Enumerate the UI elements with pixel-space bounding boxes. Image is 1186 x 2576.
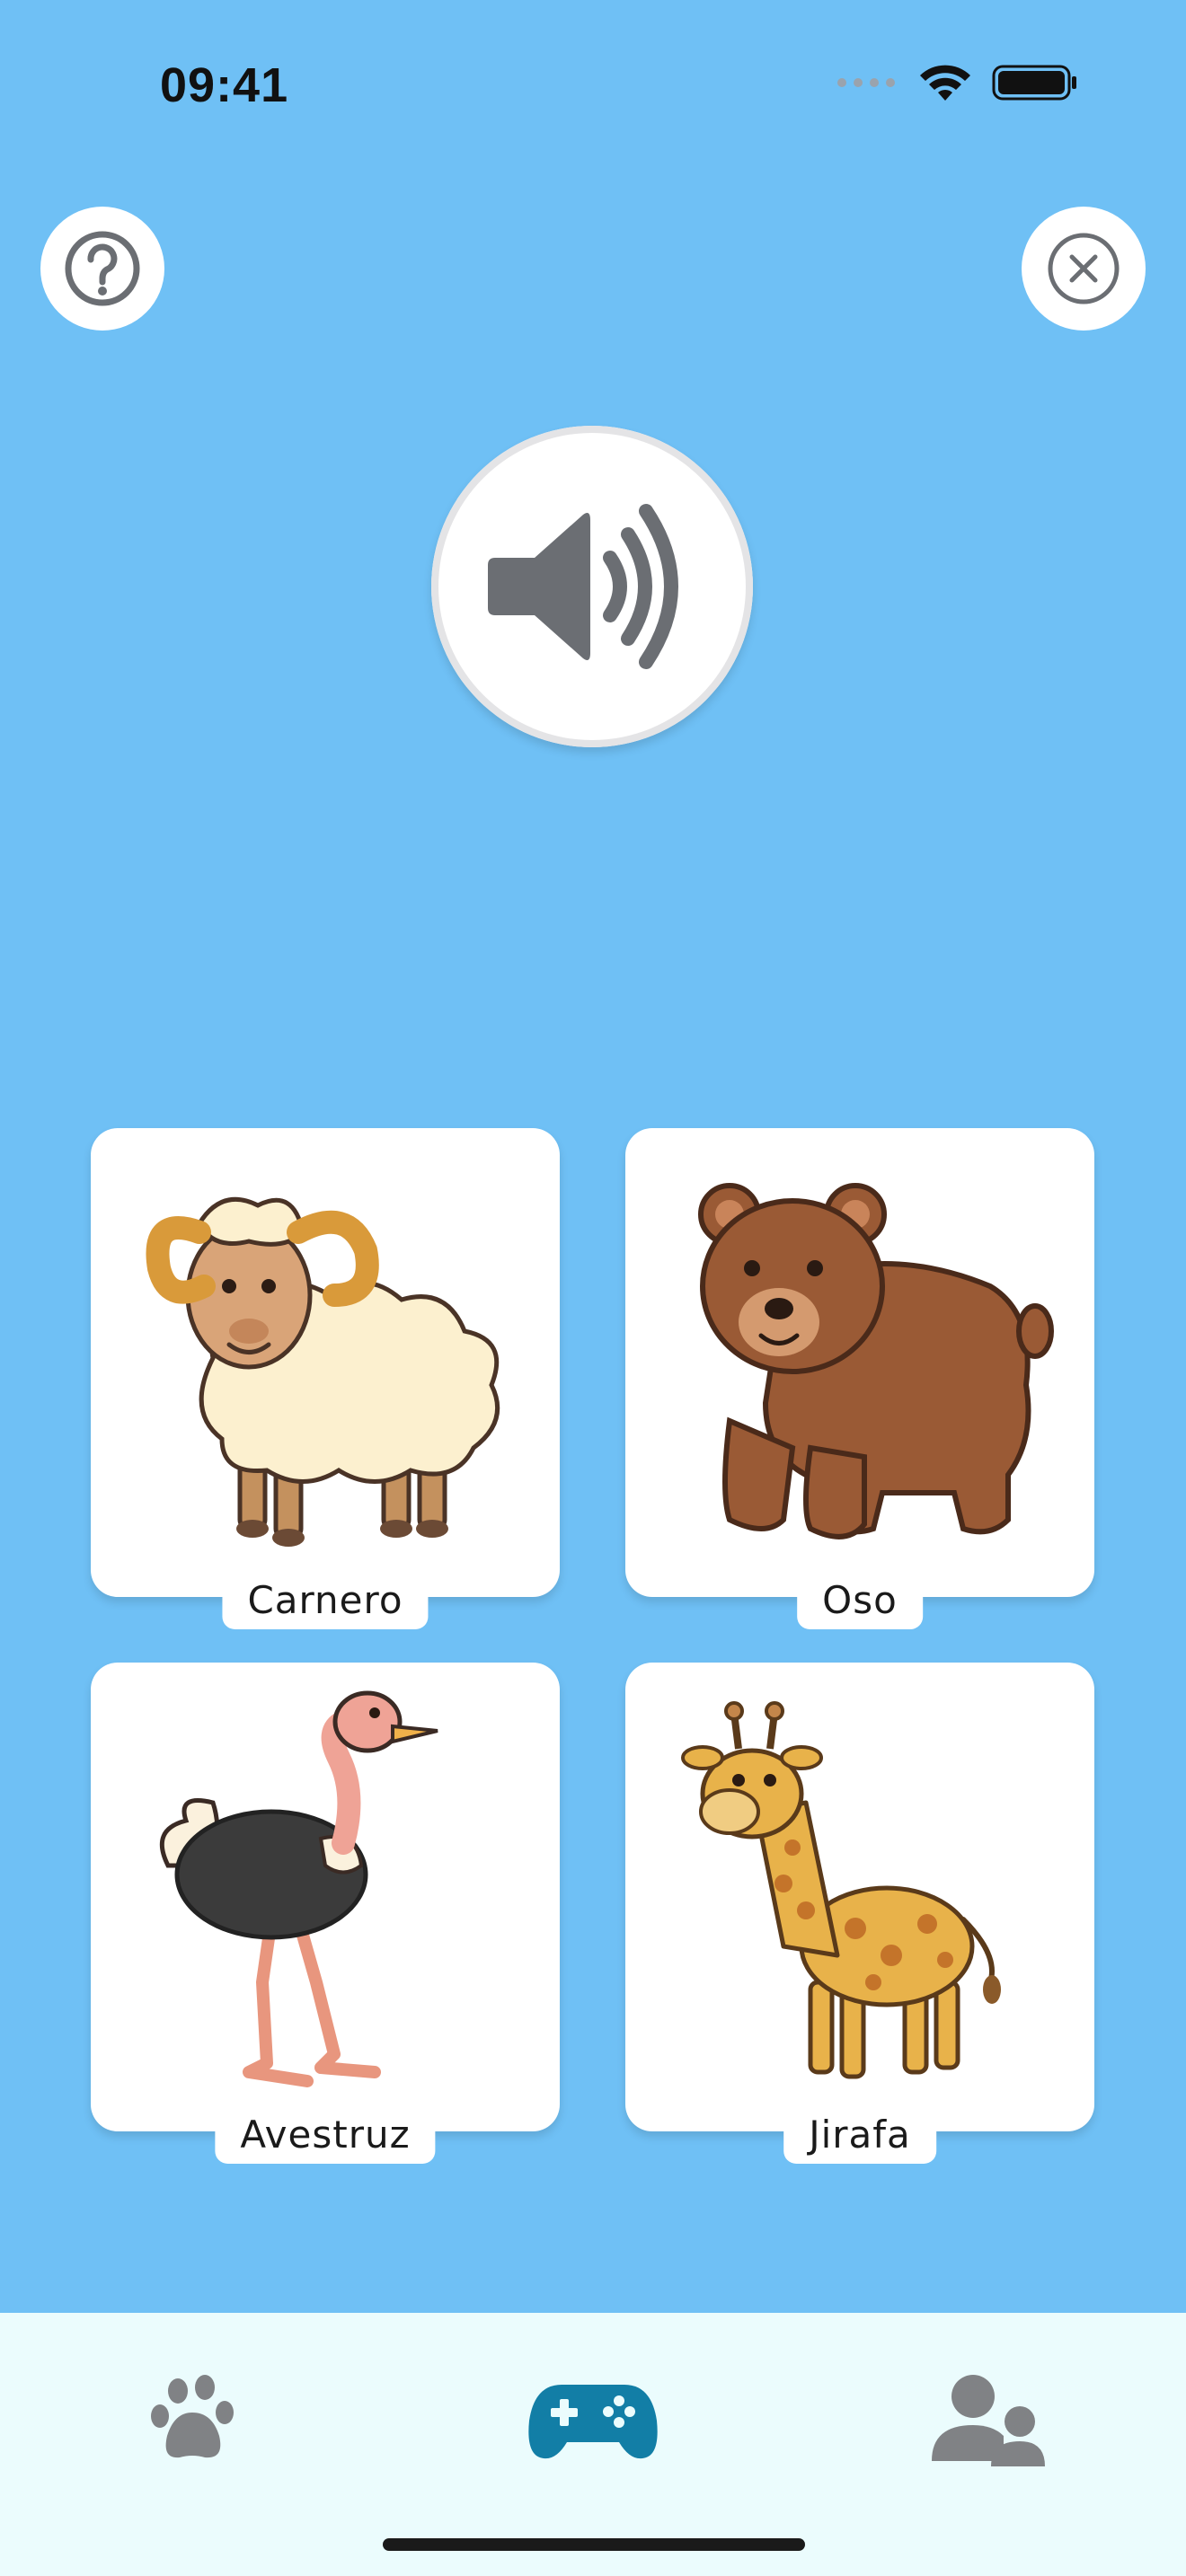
home-indicator bbox=[383, 2538, 805, 2551]
gamepad-icon bbox=[528, 2385, 658, 2459]
close-circle-icon bbox=[1048, 233, 1120, 304]
tab-bar bbox=[0, 2313, 1186, 2576]
tab-animals[interactable] bbox=[118, 2358, 279, 2483]
battery-icon bbox=[992, 65, 1076, 101]
choice-label: Oso bbox=[797, 1573, 923, 1629]
bear-illustration bbox=[698, 1183, 1054, 1539]
choice-card-bear[interactable]: Oso bbox=[625, 1128, 1094, 1629]
choice-label: Carnero bbox=[222, 1573, 429, 1629]
status-bar: 09:41 bbox=[0, 0, 1186, 171]
choice-card-ostrich[interactable]: Avestruz bbox=[91, 1663, 560, 2164]
choice-card-ram[interactable]: Carnero bbox=[91, 1128, 560, 1629]
wifi-icon bbox=[920, 65, 970, 101]
ostrich-illustration bbox=[159, 1690, 438, 2087]
question-circle-icon bbox=[65, 231, 140, 306]
close-button[interactable] bbox=[1022, 207, 1146, 331]
status-icons bbox=[836, 63, 1078, 102]
choice-label: Jirafa bbox=[783, 2107, 936, 2164]
users-icon bbox=[932, 2375, 1045, 2466]
choice-card-giraffe[interactable]: Jirafa bbox=[625, 1663, 1094, 2164]
tab-games[interactable] bbox=[512, 2358, 674, 2483]
status-time: 09:41 bbox=[160, 58, 289, 112]
tab-profile[interactable] bbox=[907, 2358, 1069, 2483]
paw-icon bbox=[151, 2375, 234, 2458]
speaker-volume-icon bbox=[488, 504, 678, 669]
cellular-signal-icon bbox=[837, 78, 895, 87]
help-button[interactable] bbox=[40, 207, 164, 331]
play-sound-button[interactable] bbox=[431, 426, 753, 747]
giraffe-illustration bbox=[681, 1701, 1001, 2079]
choice-label: Avestruz bbox=[215, 2107, 436, 2164]
ram-illustration bbox=[146, 1196, 500, 1547]
